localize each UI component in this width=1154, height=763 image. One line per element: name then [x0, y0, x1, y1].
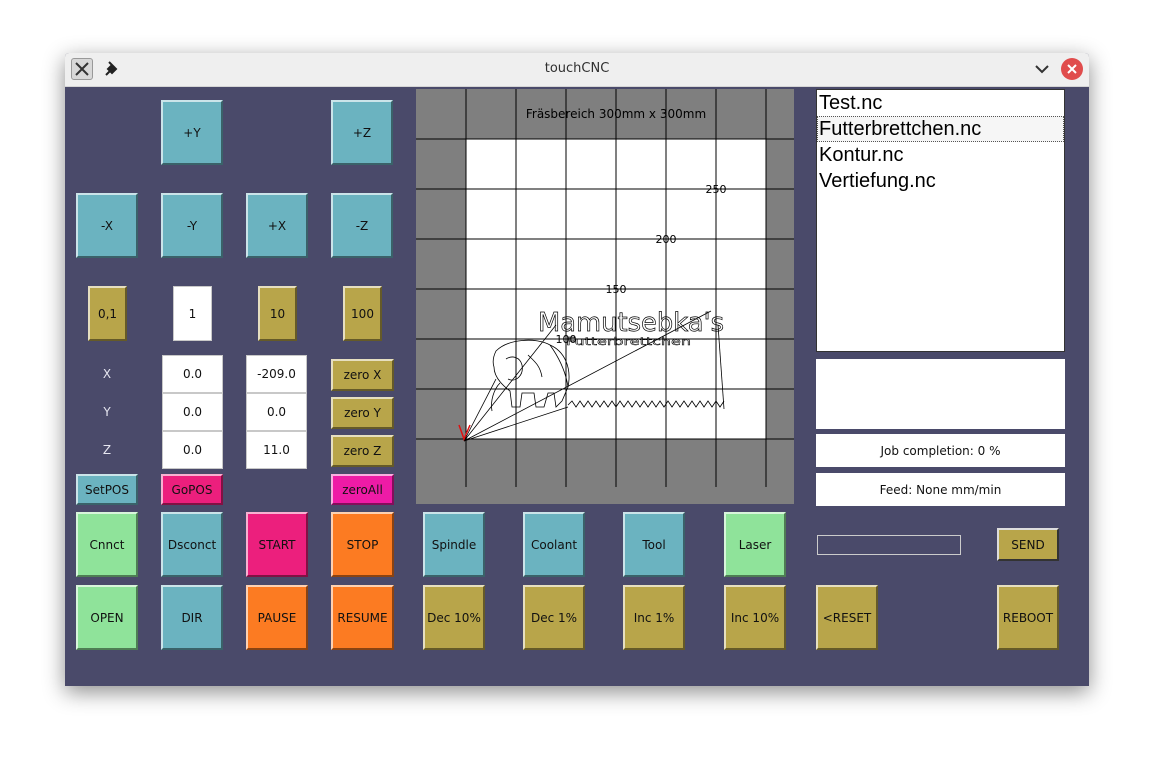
close-icon[interactable]	[1061, 58, 1083, 80]
y-set-field[interactable]: 0.0	[162, 393, 223, 431]
coolant-button[interactable]: Coolant	[523, 512, 585, 577]
canvas-title: Fräsbereich 300mm x 300mm	[526, 107, 706, 121]
x-position-value: -209.0	[246, 355, 307, 393]
jog-minus-z-button[interactable]: -Z	[331, 193, 393, 258]
console-output	[816, 359, 1065, 429]
axis-label-y: Y	[103, 405, 111, 419]
dec-10-percent-button[interactable]: Dec 10%	[423, 585, 485, 650]
file-item[interactable]: Test.nc	[817, 90, 1064, 116]
axis-label-x: X	[102, 367, 112, 381]
send-button[interactable]: SEND	[997, 528, 1059, 561]
setpos-button[interactable]: SetPOS	[76, 474, 138, 505]
chevron-down-icon[interactable]	[1031, 58, 1053, 80]
canvas-label-200: 200	[656, 233, 677, 246]
start-button[interactable]: START	[246, 512, 308, 577]
spindle-button[interactable]: Spindle	[423, 512, 485, 577]
zero-z-button[interactable]: zero Z	[331, 435, 394, 467]
laser-button[interactable]: Laser	[724, 512, 786, 577]
disconnect-button[interactable]: Dsconct	[161, 512, 223, 577]
pause-button[interactable]: PAUSE	[246, 585, 308, 650]
job-completion-status: Job completion: 0 %	[816, 434, 1065, 467]
resume-button[interactable]: RESUME	[331, 585, 394, 650]
toolpath-subtitle-text: Futterbrettchen	[566, 335, 691, 348]
window-title: touchCNC	[544, 61, 610, 76]
zero-x-button[interactable]: zero X	[331, 359, 394, 391]
toolpath-title-text: Mamutsebka's	[538, 308, 724, 338]
z-position-value: 11.0	[246, 431, 307, 469]
z-set-field[interactable]: 0.0	[162, 431, 223, 469]
inc-1-percent-button[interactable]: Inc 1%	[623, 585, 685, 650]
stop-button[interactable]: STOP	[331, 512, 394, 577]
inc-10-percent-button[interactable]: Inc 10%	[724, 585, 786, 650]
x-set-field[interactable]: 0.0	[162, 355, 223, 393]
step-10-button[interactable]: 10	[258, 286, 297, 341]
file-item[interactable]: Kontur.nc	[817, 142, 1064, 168]
jog-plus-y-button[interactable]: +Y	[161, 100, 223, 165]
zero-y-button[interactable]: zero Y	[331, 397, 394, 429]
file-item-selected[interactable]: Futterbrettchen.nc	[817, 116, 1064, 142]
open-button[interactable]: OPEN	[76, 585, 138, 650]
dec-1-percent-button[interactable]: Dec 1%	[523, 585, 585, 650]
axis-label-z: Z	[102, 443, 112, 457]
milling-area-svg: Fräsbereich 300mm x 300mm 250 200 150 10…	[416, 89, 794, 504]
canvas-label-150: 150	[606, 283, 627, 296]
step-100-button[interactable]: 100	[343, 286, 382, 341]
dir-button[interactable]: DIR	[161, 585, 223, 650]
app-window: touchCNC +Y +Z -X -Y +X -Z 0,1 1 10 100 …	[65, 53, 1089, 686]
file-item[interactable]: Vertiefung.nc	[817, 168, 1064, 194]
jog-minus-x-button[interactable]: -X	[76, 193, 138, 258]
jog-plus-x-button[interactable]: +X	[246, 193, 308, 258]
milling-area-canvas[interactable]: Fräsbereich 300mm x 300mm 250 200 150 10…	[416, 89, 794, 504]
tool-button[interactable]: Tool	[623, 512, 685, 577]
file-list[interactable]: Test.nc Futterbrettchen.nc Kontur.nc Ver…	[816, 89, 1065, 352]
reboot-button[interactable]: REBOOT	[997, 585, 1059, 650]
y-position-value: 0.0	[246, 393, 307, 431]
zero-all-button[interactable]: zeroAll	[331, 474, 394, 505]
gcode-command-input[interactable]	[817, 535, 961, 555]
gopos-button[interactable]: GoPOS	[161, 474, 223, 505]
main-panel: +Y +Z -X -Y +X -Z 0,1 1 10 100 X Y Z 0.0…	[65, 87, 1089, 686]
feed-status: Feed: None mm/min	[816, 473, 1065, 506]
canvas-label-250: 250	[706, 183, 727, 196]
jog-plus-z-button[interactable]: +Z	[331, 100, 393, 165]
titlebar: touchCNC	[65, 53, 1089, 87]
reset-button[interactable]: <RESET	[816, 585, 878, 650]
jog-minus-y-button[interactable]: -Y	[161, 193, 223, 258]
step-0-1-button[interactable]: 0,1	[88, 286, 127, 341]
step-1-field[interactable]: 1	[173, 286, 212, 341]
connect-button[interactable]: Cnnct	[76, 512, 138, 577]
